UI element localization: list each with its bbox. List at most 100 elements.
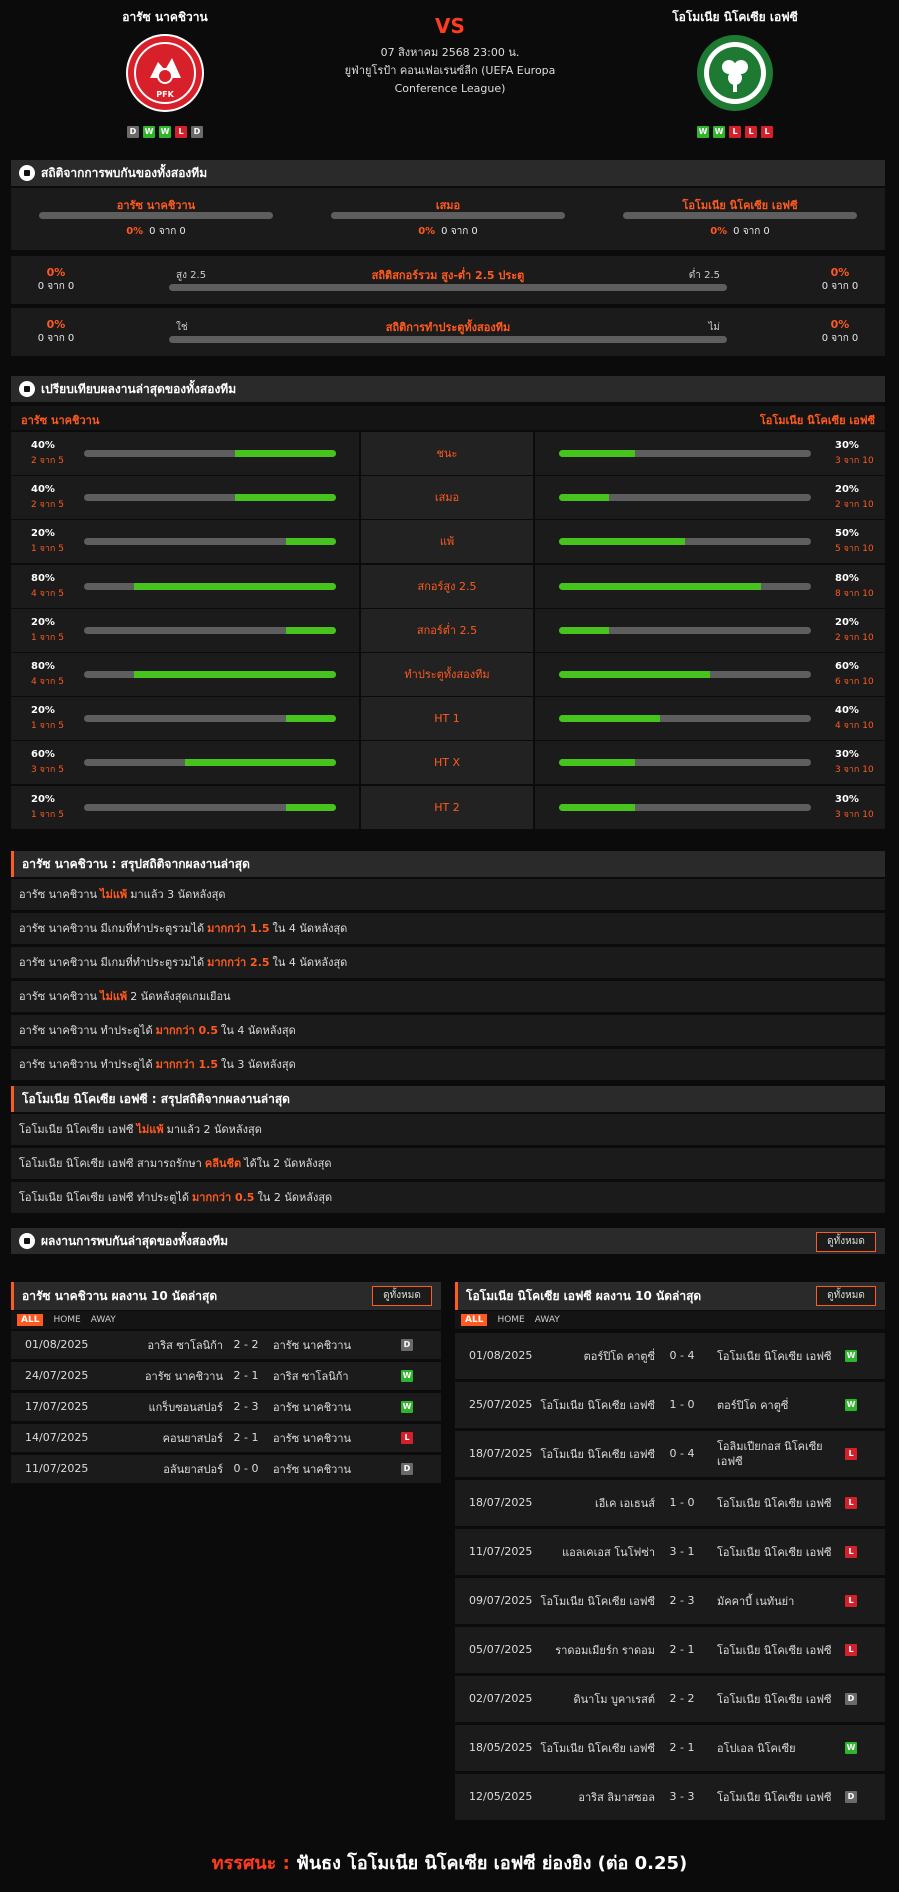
- compare-away-stat: 40% 4 จาก 10: [835, 705, 874, 732]
- match-date: 05/07/2025: [469, 1643, 533, 1656]
- match-row[interactable]: 18/07/2025 เอีเค เอเธนส์ 1 - 0 โอโมเนีย นิโ…: [455, 1480, 885, 1526]
- compare-away-cell: 60% 6 จาก 10: [535, 653, 885, 696]
- compare-away-bar: [559, 450, 811, 457]
- match-home-team[interactable]: ดินาโม บูคาเรสต์: [539, 1676, 655, 1722]
- compare-home-pct: 40%: [31, 440, 55, 451]
- away-team-name[interactable]: โอโมเนีย นิโคเซีย เอฟซี: [620, 8, 850, 26]
- match-home-team[interactable]: โอโมเนีย นิโคเซีย เอฟซี: [539, 1382, 655, 1428]
- match-row[interactable]: 02/07/2025 ดินาโม บูคาเรสต์ 2 - 2 โอโมเนีย …: [455, 1676, 885, 1722]
- compare-home-name: อารัซ นาคชิวาน: [21, 414, 100, 427]
- competition-name-2[interactable]: Conference League): [330, 80, 570, 98]
- match-home-team[interactable]: โอโมเนีย นิโคเซีย เอฟซี: [539, 1725, 655, 1771]
- match-away-team[interactable]: โอโมเนีย นิโคเซีย เอฟซี: [717, 1774, 832, 1820]
- compare-home-pct: 60%: [31, 749, 55, 761]
- match-away-team[interactable]: โอโมเนีย นิโคเซีย เอฟซี: [717, 1333, 832, 1379]
- match-away-team[interactable]: อารัซ นาคชิวาน: [273, 1393, 383, 1421]
- match-home-team[interactable]: แกร็บซอนสปอร์: [111, 1393, 223, 1421]
- btts-right-stat: 0% 0 จาก 0: [795, 318, 885, 346]
- compare-away-bar: [559, 494, 811, 502]
- match-home-team[interactable]: อารัซ นาคชิวาน: [111, 1362, 223, 1390]
- match-home-team[interactable]: ตอร์ปิโด คาตูซี่: [539, 1333, 655, 1379]
- match-row[interactable]: 17/07/2025 แกร็บซอนสปอร์ 2 - 3 อารัซ นาคชิว…: [11, 1393, 441, 1421]
- match-row[interactable]: 14/07/2025 คอนยาสปอร์ 2 - 1 อารัซ นาคชิวาน L: [11, 1424, 441, 1452]
- compare-away-count: 8 จาก 10: [835, 588, 874, 599]
- match-away-team[interactable]: โอโมเนีย นิโคเซีย เอฟซี: [717, 1627, 832, 1673]
- match-away-team[interactable]: โอโมเนีย นิโคเซีย เอฟซี: [717, 1480, 832, 1526]
- compare-home-pct: 20%: [31, 528, 55, 540]
- match-home-team[interactable]: โอโมเนีย นิโคเซีย เอฟซี: [539, 1431, 655, 1477]
- match-away-team[interactable]: อารัซ นาคชิวาน: [273, 1455, 383, 1483]
- match-away-team[interactable]: มัคคาบี้ เนทันย่า: [717, 1578, 832, 1624]
- match-row[interactable]: 11/07/2025 แอลเคเอส โนโฟซ่า 3 - 1 โอโมเนีย …: [455, 1529, 885, 1575]
- compare-away-bar-fill: [559, 759, 635, 767]
- match-date: 02/07/2025: [469, 1692, 533, 1705]
- match-row[interactable]: 18/05/2025 โอโมเนีย นิโคเซีย เอฟซี 2 - 1 อโ…: [455, 1725, 885, 1771]
- match-home-team[interactable]: ราดอมเมียร์ก ราดอม: [539, 1627, 655, 1673]
- h2h-section-header: สถิติจากการพบกันของทั้งสองทีม: [11, 160, 885, 186]
- compare-row: 60% 3 จาก 5 HT X 30% 3 จาก 10: [11, 741, 885, 785]
- match-home-team[interactable]: อลันยาสปอร์: [111, 1455, 223, 1483]
- competition-name[interactable]: ยูฟ่ายูโรป้า คอนเฟอเรนซ์ลีก (UEFA Europa: [330, 62, 570, 80]
- tab-away[interactable]: AWAY: [535, 1315, 560, 1325]
- home-team-name[interactable]: อารัซ นาคชิวาน: [50, 8, 280, 26]
- compare-away-bar-fill: [559, 626, 610, 634]
- away-view-all-button[interactable]: ดูทั้งหมด: [816, 1286, 876, 1306]
- compare-home-bar-fill: [285, 538, 336, 546]
- match-home-team[interactable]: เอีเค เอเธนส์: [539, 1480, 655, 1526]
- match-away-team[interactable]: โอโมเนีย นิโคเซีย เอฟซี: [717, 1529, 832, 1575]
- compare-home-stat: 20% 1 จาก 5: [31, 528, 64, 555]
- match-date: 25/07/2025: [469, 1398, 533, 1411]
- h2h-result-panel: อารัซ นาคชิวาน 0% 0 จาก 0 เสมอ 0% 0 จาก 0 …: [11, 188, 885, 250]
- match-row[interactable]: 01/08/2025 อาริส ซาโลนิก้า 2 - 2 อารัซ นาคช…: [11, 1331, 441, 1359]
- verdict: ทรรศนะ : ฟันธง โอโมเนีย นิโคเซีย เอฟซี ย…: [0, 1848, 899, 1877]
- home-view-all-button[interactable]: ดูทั้งหมด: [372, 1286, 432, 1306]
- match-score: 2 - 1: [233, 1369, 259, 1382]
- match-date: 11/07/2025: [25, 1462, 89, 1475]
- match-row[interactable]: 24/07/2025 อารัซ นาคชิวาน 2 - 1 อาริส ซาโลน…: [11, 1362, 441, 1390]
- tab-away[interactable]: AWAY: [91, 1315, 116, 1325]
- compare-home-stat: 40% 2 จาก 5: [31, 440, 64, 467]
- compare-away-bar-fill: [559, 715, 660, 723]
- match-away-team[interactable]: อาริส ซาโลนิก้า: [273, 1362, 383, 1390]
- tab-all[interactable]: ALL: [461, 1314, 488, 1326]
- match-date: 24/07/2025: [25, 1369, 89, 1382]
- match-away-team[interactable]: โอลิมเปียกอส นิโคเซีย เอฟซี: [717, 1431, 832, 1477]
- compare-home-bar: [84, 450, 336, 457]
- h2h-away-pct: 0%: [710, 226, 728, 237]
- match-away-team[interactable]: ตอร์ปิโด คาตูซี่: [717, 1382, 832, 1428]
- compare-title: เปรียบเทียบผลงานล่าสุดของทั้งสองทีม: [41, 381, 237, 396]
- match-row[interactable]: 18/07/2025 โอโมเนีย นิโคเซีย เอฟซี 0 - 4 โอ…: [455, 1431, 885, 1477]
- match-home-team[interactable]: อาริส ซาโลนิก้า: [111, 1331, 223, 1359]
- match-row[interactable]: 05/07/2025 ราดอมเมียร์ก ราดอม 2 - 1 โอโมเนี…: [455, 1627, 885, 1673]
- match-home-team[interactable]: คอนยาสปอร์: [111, 1424, 223, 1452]
- summary-highlight: มากกว่า 0.5: [155, 1024, 219, 1037]
- compare-label: HT 2: [361, 785, 533, 829]
- match-date: 07 สิงหาคม 2568 23:00 น.: [380, 46, 520, 59]
- match-row[interactable]: 01/08/2025 ตอร์ปิโด คาตูซี่ 0 - 4 โอโมเนีย …: [455, 1333, 885, 1379]
- summary-row: อารัซ นาคชิวาน ไม่แพ้ มาแล้ว 3 นัดหลังสุด: [11, 879, 885, 910]
- match-home-team[interactable]: อาริส ลิมาสซอล: [539, 1774, 655, 1820]
- match-row[interactable]: 09/07/2025 โอโมเนีย นิโคเซีย เอฟซี 2 - 3 มั…: [455, 1578, 885, 1624]
- summary-text-end: ใน 4 นัดหลังสุด: [272, 956, 348, 969]
- btts-title: สถิติการทำประตูทั้งสองทีม: [385, 321, 511, 334]
- match-row[interactable]: 11/07/2025 อลันยาสปอร์ 0 - 0 อารัซ นาคชิวาน…: [11, 1455, 441, 1483]
- tab-all[interactable]: ALL: [17, 1314, 44, 1326]
- match-away-team[interactable]: อโปเอล นิโคเซีย: [717, 1725, 832, 1771]
- compare-home-cell: 20% 1 จาก 5: [11, 608, 359, 652]
- view-all-button[interactable]: ดูทั้งหมด: [816, 1232, 876, 1252]
- match-score: 2 - 2: [233, 1338, 259, 1351]
- tab-home[interactable]: HOME: [53, 1315, 80, 1325]
- match-row[interactable]: 12/05/2025 อาริส ลิมาสซอล 3 - 3 โอโมเนีย นิ…: [455, 1774, 885, 1820]
- match-away-team[interactable]: อารัซ นาคชิวาน: [273, 1331, 383, 1359]
- compare-away-cell: 30% 3 จาก 10: [535, 741, 885, 785]
- match-home-team[interactable]: แอลเคเอส โนโฟซ่า: [539, 1529, 655, 1575]
- tab-home[interactable]: HOME: [497, 1315, 524, 1325]
- form-badge: L: [729, 126, 741, 138]
- match-home-team[interactable]: โอโมเนีย นิโคเซีย เอฟซี: [539, 1578, 655, 1624]
- ou-title: สถิติสกอร์รวม สูง-ต่ำ 2.5 ประตู: [371, 269, 525, 282]
- match-away-team[interactable]: อารัซ นาคชิวาน: [273, 1424, 383, 1452]
- match-row[interactable]: 25/07/2025 โอโมเนีย นิโคเซีย เอฟซี 1 - 0 ตอ…: [455, 1382, 885, 1428]
- match-away-team[interactable]: โอโมเนีย นิโคเซีย เอฟซี: [717, 1676, 832, 1722]
- compare-row: 20% 1 จาก 5 สกอร์ต่ำ 2.5 20% 2 จาก 10: [11, 608, 885, 653]
- away-form-badges: WWLLL: [620, 126, 850, 138]
